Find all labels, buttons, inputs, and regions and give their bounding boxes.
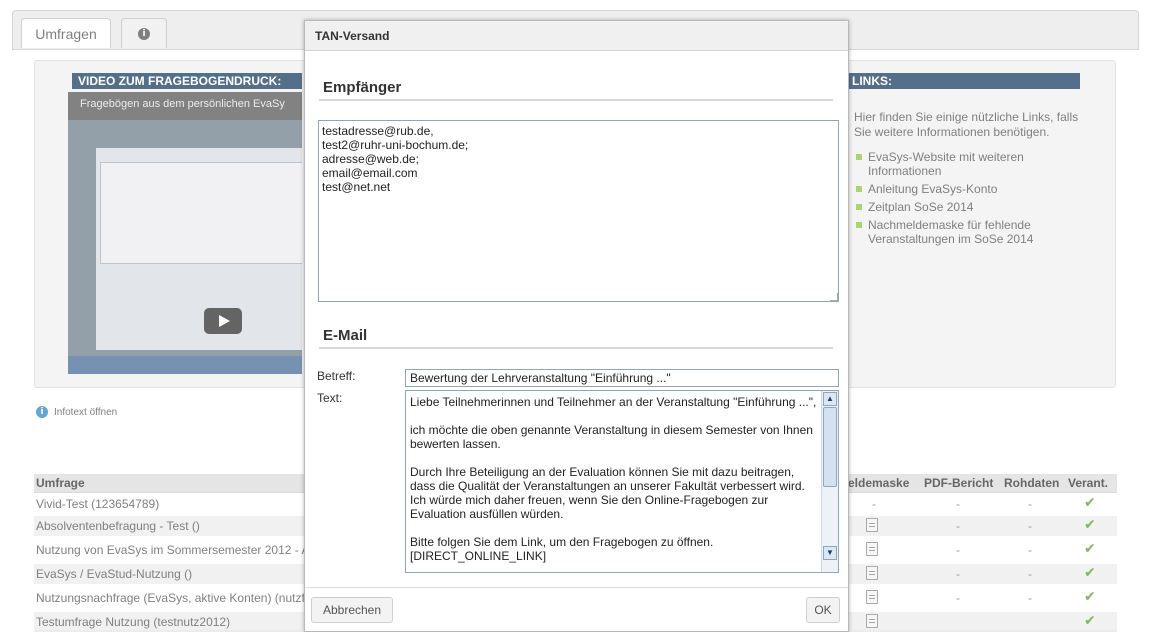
- message-textarea[interactable]: Liebe Teilnehmerinnen und Teilnehmer an …: [405, 390, 839, 573]
- cancel-button[interactable]: Abbrechen: [311, 597, 393, 623]
- subject-input[interactable]: Bewertung der Lehrveranstaltung "Einführ…: [405, 369, 839, 387]
- recipients-heading: Empfänger: [323, 79, 402, 96]
- resize-grip-icon[interactable]: [830, 293, 838, 301]
- divider: [319, 347, 833, 349]
- message-text: Liebe Teilnehmerinnen und Teilnehmer an …: [410, 395, 817, 563]
- ok-button[interactable]: OK: [806, 597, 840, 623]
- scroll-up-icon[interactable]: ▲: [823, 392, 837, 406]
- scrollbar[interactable]: ▲ ▼: [821, 391, 838, 572]
- email-heading: E-Mail: [323, 327, 368, 344]
- dialog-title: TAN-Versand: [305, 21, 848, 51]
- tan-dispatch-dialog: TAN-Versand Empfänger testadresse@rub.de…: [304, 20, 849, 632]
- divider: [305, 587, 848, 588]
- scroll-down-icon[interactable]: ▼: [823, 546, 837, 560]
- scroll-thumb[interactable]: [823, 407, 837, 487]
- divider: [319, 99, 833, 101]
- text-label: Text:: [317, 391, 343, 405]
- background-page: Umfragen i VIDEO ZUM FRAGEBOGENDRUCK: Fr…: [0, 0, 1149, 632]
- subject-label: Betreff:: [317, 369, 356, 383]
- recipients-textarea[interactable]: testadresse@rub.de, test2@ruhr-uni-bochu…: [318, 120, 839, 302]
